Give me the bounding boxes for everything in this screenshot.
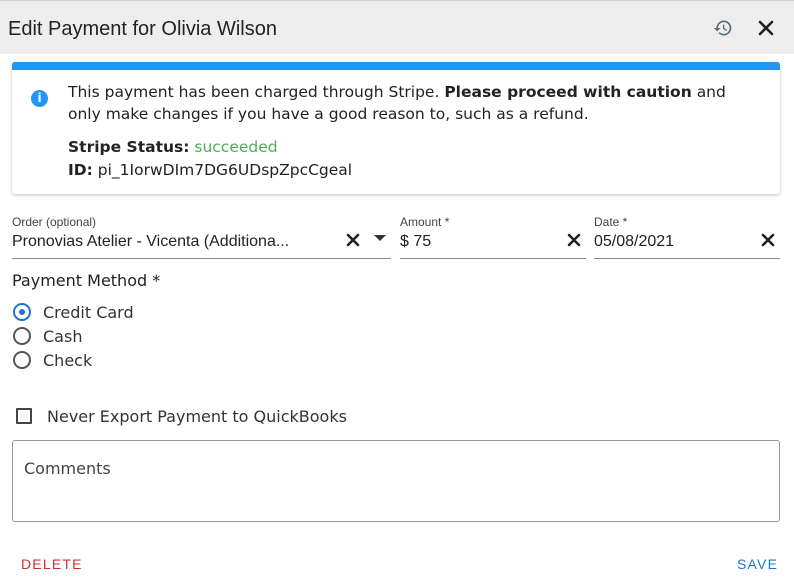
amount-clear-icon[interactable] (566, 232, 582, 248)
order-value[interactable]: Pronovias Atelier - Vicenta (Additiona..… (12, 233, 289, 251)
radio-credit-card-indicator[interactable] (13, 303, 31, 321)
date-clear-icon[interactable] (760, 232, 776, 248)
dialog-header: Edit Payment for Olivia Wilson (0, 0, 794, 54)
date-field[interactable]: Date * 05/08/2021 (594, 212, 780, 259)
never-export-quickbooks-checkbox[interactable]: Never Export Payment to QuickBooks (16, 405, 347, 427)
radio-cash-label: Cash (43, 326, 83, 346)
delete-button[interactable]: DELETE (21, 556, 83, 572)
radio-check-label: Check (43, 350, 93, 370)
history-icon[interactable] (713, 18, 733, 38)
stripe-status-block: Stripe Status: succeeded ID: pi_1IorwDIm… (68, 136, 352, 182)
stripe-id-value: pi_1IorwDIm7DG6UDspZpcCgeal (97, 161, 353, 179)
radio-cash[interactable]: Cash (13, 325, 82, 347)
never-export-checkbox-box[interactable] (16, 408, 32, 424)
radio-check-indicator[interactable] (13, 351, 31, 369)
date-label: Date * (594, 215, 628, 229)
date-value[interactable]: 05/08/2021 (594, 233, 674, 251)
amount-value[interactable]: $ 75 (400, 233, 431, 251)
radio-credit-card[interactable]: Credit Card (13, 301, 134, 323)
payment-method-title: Payment Method * (12, 271, 161, 290)
never-export-label: Never Export Payment to QuickBooks (47, 406, 347, 426)
stripe-status-value: succeeded (194, 138, 278, 156)
radio-credit-card-label: Credit Card (43, 302, 134, 322)
order-field[interactable]: Order (optional) Pronovias Atelier - Vic… (12, 212, 391, 259)
alert-text-bold: Please proceed with caution (444, 83, 692, 101)
amount-field[interactable]: Amount * $ 75 (400, 212, 586, 259)
order-clear-icon[interactable] (345, 232, 361, 248)
save-button[interactable]: SAVE (737, 556, 778, 572)
close-icon[interactable] (756, 18, 776, 38)
alert-message: This payment has been charged through St… (68, 81, 758, 125)
info-icon: i (31, 90, 48, 107)
dialog-title: Edit Payment for Olivia Wilson (8, 18, 277, 40)
radio-check[interactable]: Check (13, 349, 92, 371)
alert-text-part1: This payment has been charged through St… (68, 83, 440, 101)
order-dropdown-icon[interactable] (374, 235, 386, 241)
order-label: Order (optional) (12, 215, 97, 229)
comments-field[interactable]: Comments (12, 440, 780, 522)
radio-cash-indicator[interactable] (13, 327, 31, 345)
stripe-status-label: Stripe Status: (68, 138, 190, 156)
stripe-alert: i This payment has been charged through … (12, 62, 780, 194)
stripe-id-label: ID: (68, 161, 93, 179)
comments-placeholder: Comments (24, 459, 111, 478)
amount-label: Amount * (400, 215, 450, 229)
